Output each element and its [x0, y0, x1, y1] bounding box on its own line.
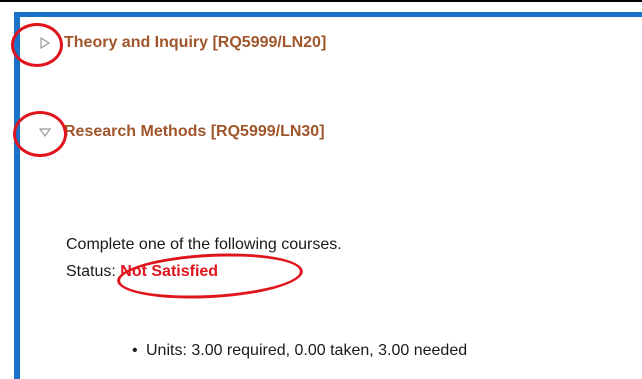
requirement-status: Status: Not Satisfied	[66, 262, 218, 282]
requirement-instruction: Complete one of the following courses.	[66, 236, 342, 253]
status-label: Status:	[66, 263, 116, 280]
list-item: Units: 3.00 required, 0.00 taken, 3.00 n…	[132, 342, 467, 360]
section-theory-and-inquiry[interactable]: Theory and Inquiry [RQ5999/LN20]	[38, 34, 326, 52]
units-summary-list: Units: 3.00 required, 0.00 taken, 3.00 n…	[132, 342, 467, 360]
requirements-panel	[14, 12, 642, 379]
section-label[interactable]: Theory and Inquiry [RQ5999/LN20]	[64, 34, 326, 52]
status-badge: Not Satisfied	[120, 263, 219, 280]
triangle-right-icon[interactable]	[38, 36, 52, 50]
units-summary: Units: 3.00 required, 0.00 taken, 3.00 n…	[146, 342, 468, 359]
section-label[interactable]: Research Methods [RQ5999/LN30]	[64, 123, 325, 141]
screenshot-frame: Theory and Inquiry [RQ5999/LN20] Researc…	[0, 0, 642, 379]
top-divider	[0, 0, 642, 2]
section-research-methods[interactable]: Research Methods [RQ5999/LN30]	[38, 123, 325, 141]
triangle-down-icon[interactable]	[38, 125, 52, 139]
